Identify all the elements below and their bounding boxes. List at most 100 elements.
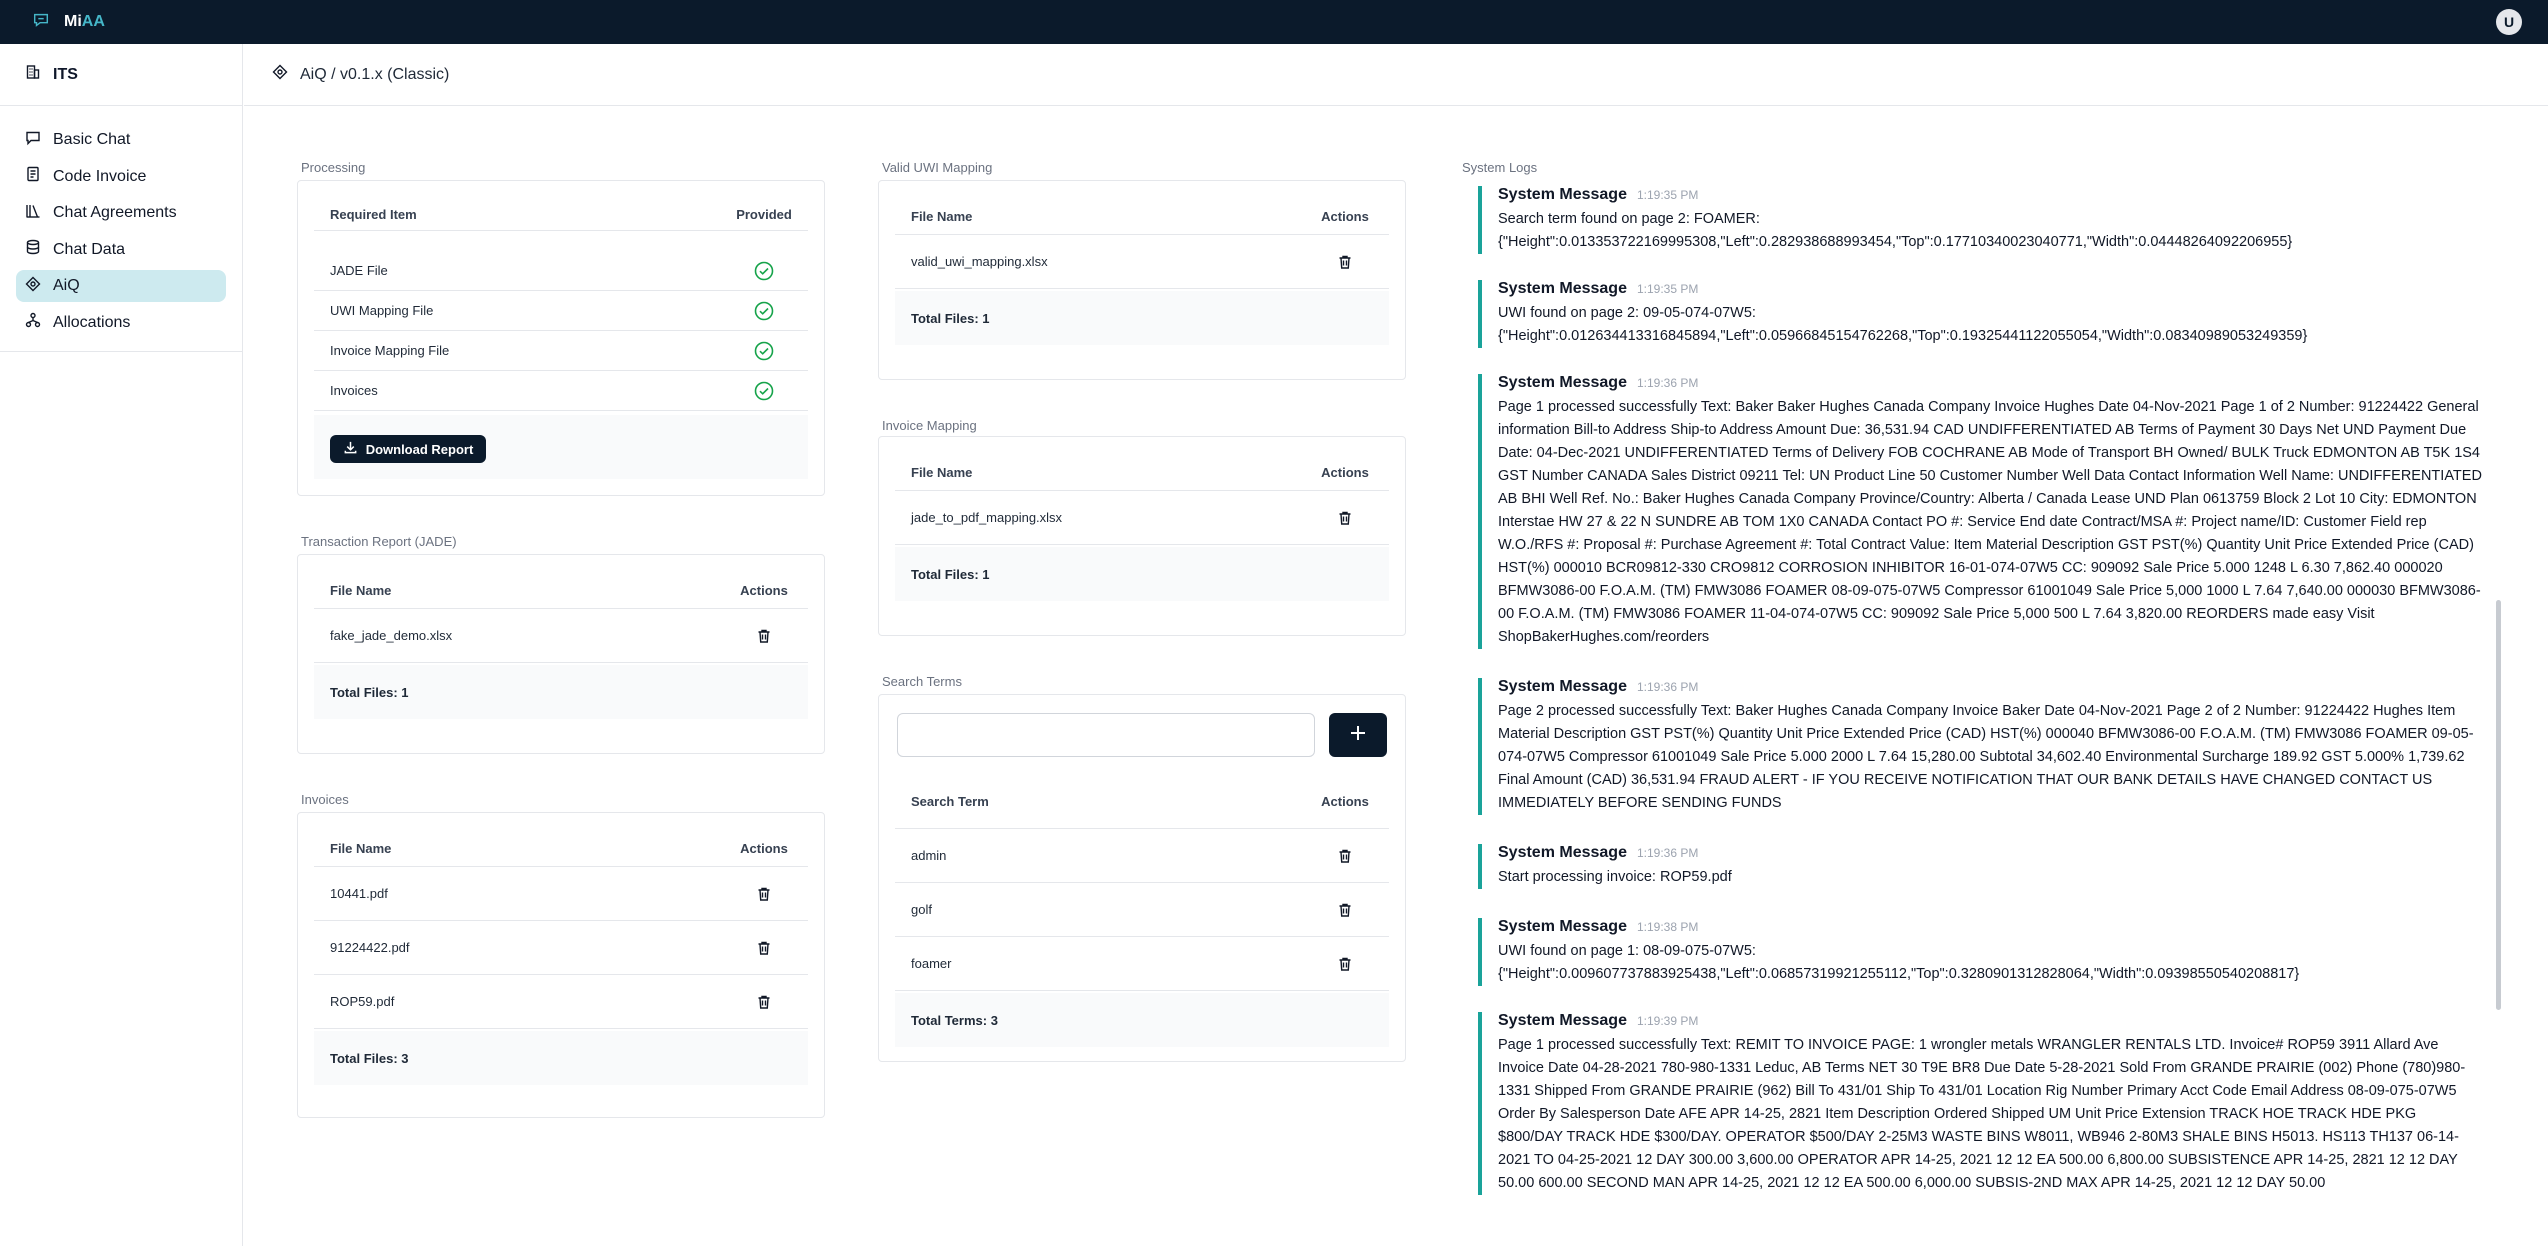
sidebar-divider (0, 351, 242, 352)
search-term: golf (911, 902, 932, 917)
log-time: 1:19:38 PM (1636, 920, 1699, 934)
brand-name: MiAA (64, 13, 105, 30)
search-terms-header-row: Search Term Actions (895, 775, 1389, 829)
processing-card: Required Item Provided JADE File UWI Map… (297, 180, 825, 496)
log-entry: System Message 1:19:39 PM Page 1 processe… (1478, 1012, 2484, 1195)
processing-label: Processing (301, 160, 366, 175)
trash-icon[interactable] (1305, 829, 1385, 883)
required-item-label: UWI Mapping File (330, 303, 434, 318)
invoices-card: File Name Actions 10441.pdf 91224422.pdf… (297, 812, 825, 1118)
invoices-label: Invoices (301, 792, 349, 807)
logs-scrollbar[interactable] (2496, 600, 2501, 1010)
total-files: Total Files: 1 (911, 566, 990, 582)
log-type: System Message (1498, 280, 1627, 297)
table-row: fake_jade_demo.xlsx (314, 609, 808, 663)
log-type: System Message (1498, 374, 1627, 391)
sidebar-item-chat-data[interactable]: Chat Data (16, 234, 226, 266)
top-bar: MiAA U (0, 0, 2548, 44)
sidebar-item-aiq[interactable]: AiQ (16, 270, 226, 302)
column-header-file-name: File Name (330, 841, 392, 856)
log-time: 1:19:36 PM (1636, 846, 1699, 860)
plus-icon (1347, 722, 1369, 749)
sidebar-item-label: Chat Data (53, 240, 126, 258)
trash-icon[interactable] (724, 921, 804, 975)
sidebar-nav: Basic Chat Code Invoice Chat Agreements … (16, 124, 226, 343)
log-type: System Message (1498, 678, 1627, 695)
table-row: 10441.pdf (314, 867, 808, 921)
uwi-label: Valid UWI Mapping (882, 160, 993, 175)
sidebar-title: ITS (53, 65, 78, 83)
trash-icon[interactable] (724, 867, 804, 921)
total-files: Total Files: 1 (330, 684, 409, 700)
log-text: UWI found on page 1: 08-09-075-07W5: {"H… (1498, 943, 2300, 982)
search-terms-label: Search Terms (882, 674, 962, 689)
download-report-button[interactable]: Download Report (330, 435, 486, 463)
log-time: 1:19:36 PM (1636, 680, 1699, 694)
user-avatar[interactable]: U (2496, 9, 2522, 35)
processing-footer: Download Report (314, 415, 808, 479)
uwi-header-row: File Name Actions (895, 199, 1389, 235)
sidebar: ITS Basic Chat Code Invoice Chat Agreeme… (0, 44, 243, 1246)
download-report-label: Download Report (365, 441, 474, 457)
sidebar-item-allocations[interactable]: Allocations (16, 307, 226, 339)
trash-icon[interactable] (1305, 937, 1385, 991)
log-text: Page 1 processed successfully Text: Bake… (1498, 399, 2486, 645)
trash-icon[interactable] (724, 975, 804, 1029)
table-row: foamer (895, 937, 1389, 991)
column-header-actions: Actions (740, 583, 788, 598)
column-header-file-name: File Name (911, 465, 973, 480)
total-files-row: Total Files: 1 (895, 291, 1389, 345)
sidebar-item-label: Code Invoice (53, 167, 147, 185)
search-term-input[interactable] (897, 713, 1315, 757)
log-type: System Message (1498, 186, 1627, 203)
required-item-label: Invoices (330, 383, 378, 398)
trash-icon[interactable] (1305, 491, 1385, 545)
total-files: Total Files: 3 (330, 1050, 409, 1066)
file-name: 91224422.pdf (330, 940, 410, 955)
column-header-actions: Actions (1321, 209, 1369, 224)
log-type: System Message (1498, 844, 1627, 861)
log-time: 1:19:35 PM (1636, 188, 1699, 202)
system-logs-label: System Logs (1462, 160, 1538, 175)
sidebar-item-label: Allocations (53, 313, 131, 331)
sidebar-item-basic-chat[interactable]: Basic Chat (16, 124, 226, 156)
column-header-file-name: File Name (330, 583, 392, 598)
trash-icon[interactable] (724, 609, 804, 663)
trash-icon[interactable] (1305, 235, 1385, 289)
brand[interactable]: MiAA (32, 12, 105, 32)
total-files-row: Total Files: 1 (895, 547, 1389, 601)
log-text: Search term found on page 2: FOAMER: {"H… (1498, 211, 2293, 250)
check-circle-icon (714, 371, 814, 411)
file-name: fake_jade_demo.xlsx (330, 628, 453, 643)
document-icon (25, 166, 41, 187)
add-search-term-button[interactable] (1329, 713, 1387, 757)
log-entry: System Message 1:19:36 PM Page 2 processe… (1478, 678, 2484, 815)
aiq-icon (272, 64, 288, 85)
table-row: JADE File (314, 251, 808, 291)
transaction-card: File Name Actions fake_jade_demo.xlsx To… (297, 554, 825, 754)
log-type: System Message (1498, 1012, 1627, 1029)
system-logs-panel[interactable]: System Message 1:19:35 PM Search term fou… (1462, 180, 2508, 1204)
books-icon (25, 203, 41, 224)
transaction-label: Transaction Report (JADE) (301, 534, 457, 549)
sidebar-item-chat-agreements[interactable]: Chat Agreements (16, 197, 226, 229)
total-terms-row: Total Terms: 3 (895, 993, 1389, 1047)
uwi-card: File Name Actions valid_uwi_mapping.xlsx… (878, 180, 1406, 380)
chat-logo-icon (32, 11, 50, 34)
total-files-row: Total Files: 3 (314, 1031, 808, 1085)
check-circle-icon (714, 331, 814, 371)
trash-icon[interactable] (1305, 883, 1385, 937)
log-type: System Message (1498, 918, 1627, 935)
sidebar-item-code-invoice[interactable]: Code Invoice (16, 161, 226, 193)
database-icon (25, 239, 41, 260)
column-header-actions: Actions (1321, 794, 1369, 809)
log-text: Page 2 processed successfully Text: Bake… (1498, 703, 2474, 811)
file-name: valid_uwi_mapping.xlsx (911, 254, 1048, 269)
invoice-mapping-card: File Name Actions jade_to_pdf_mapping.xl… (878, 436, 1406, 636)
sidebar-item-label: AiQ (53, 277, 80, 294)
search-term: admin (911, 848, 947, 863)
breadcrumb: AiQ / v0.1.x (Classic) (300, 65, 450, 83)
column-header-actions: Actions (740, 841, 788, 856)
transaction-header-row: File Name Actions (314, 573, 808, 609)
total-files-row: Total Files: 1 (314, 665, 808, 719)
